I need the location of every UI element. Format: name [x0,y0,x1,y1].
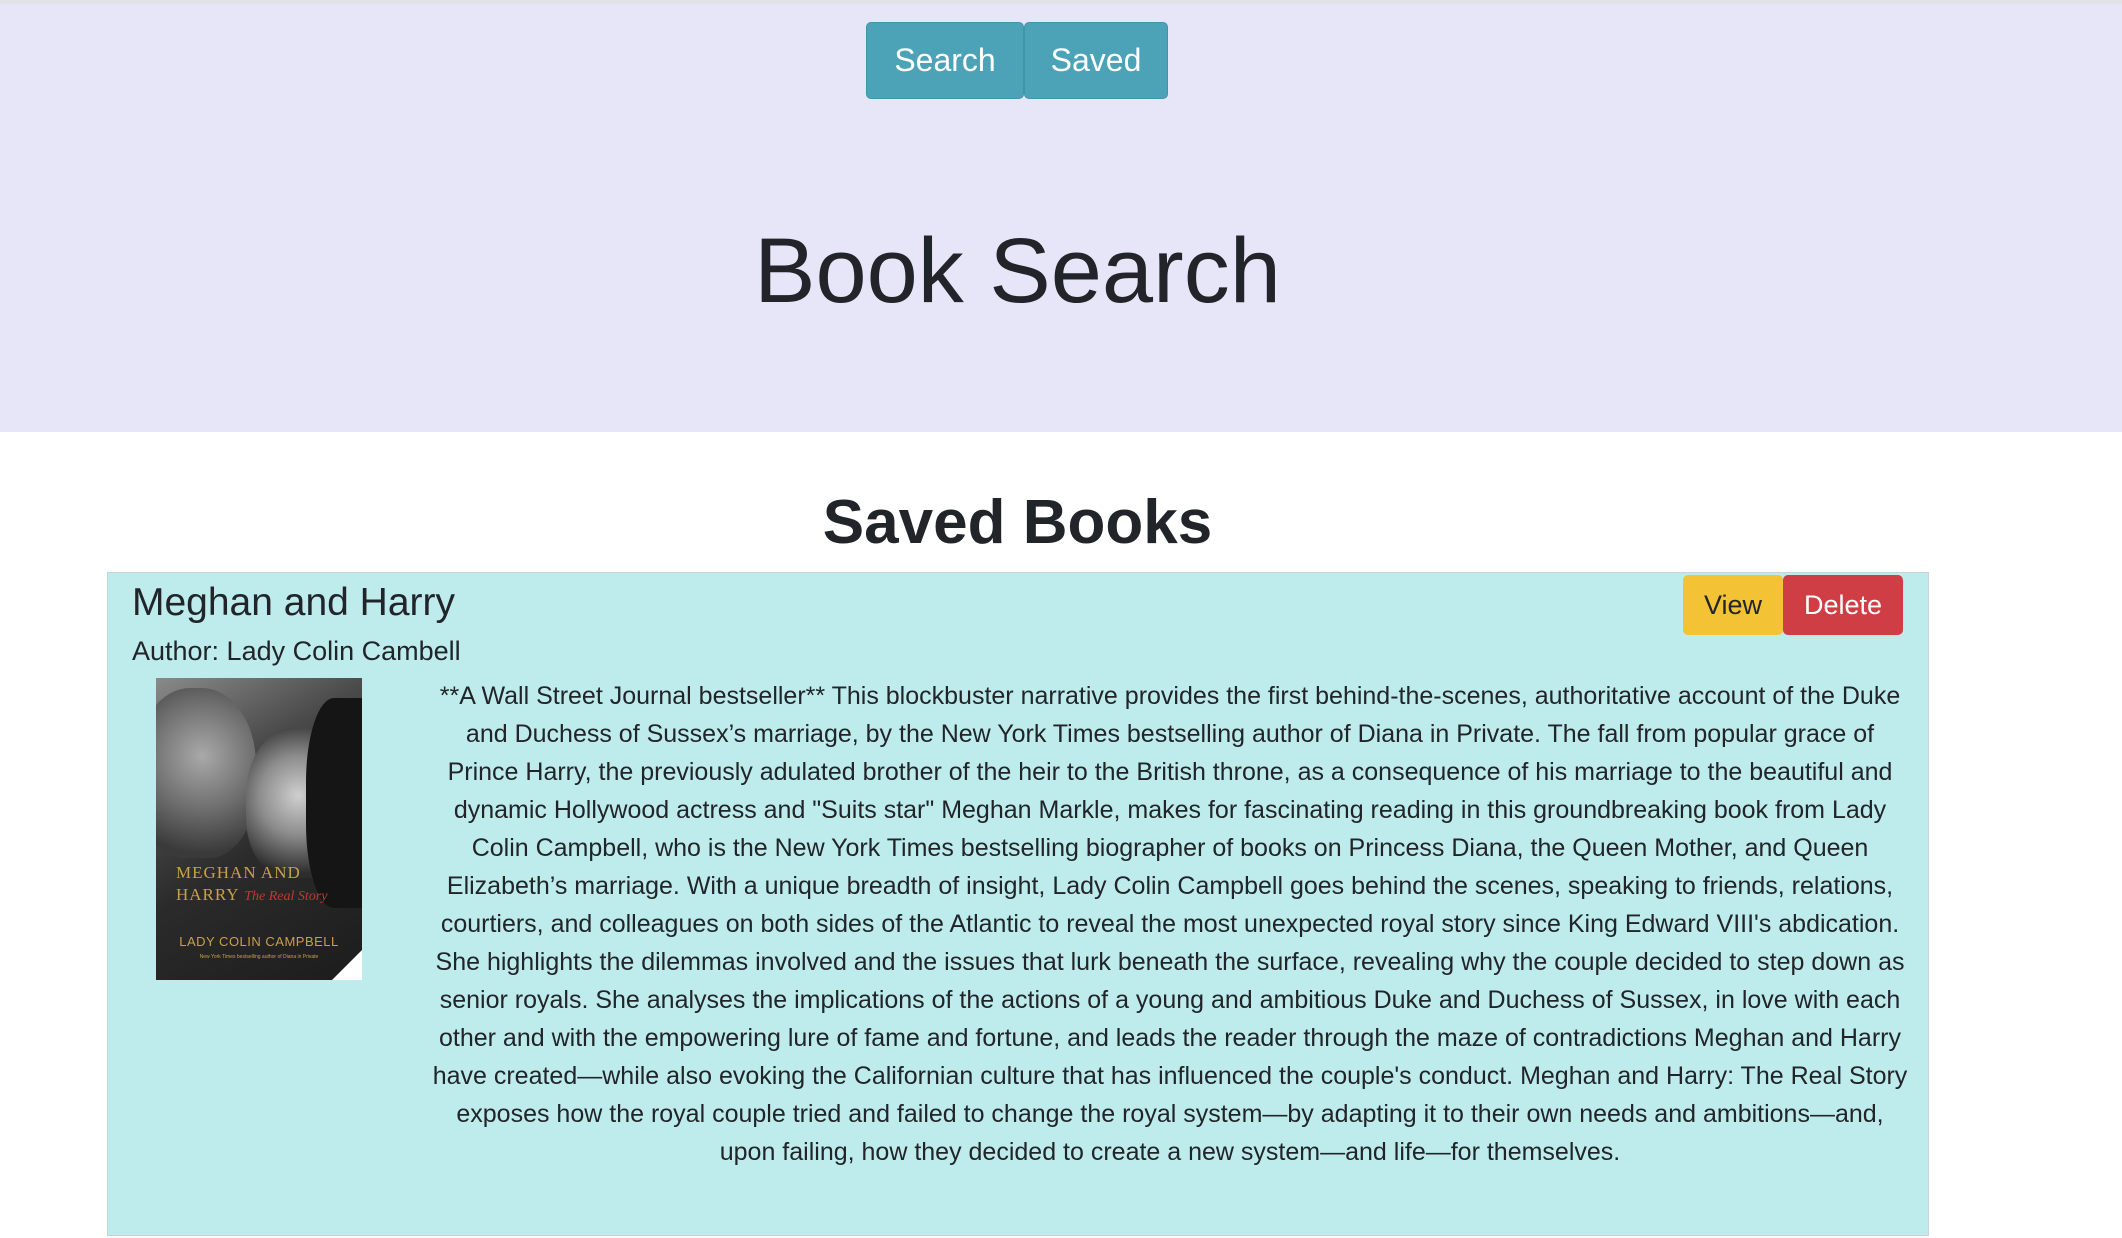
view-button[interactable]: View [1683,575,1783,635]
delete-button[interactable]: Delete [1783,575,1903,635]
saved-books-heading: Saved Books [822,488,1213,557]
page-title: Book Search [754,220,1281,322]
search-nav-button[interactable]: Search [866,22,1024,99]
page-curl-icon [332,950,362,980]
book-card: Meghan and Harry Author: Lady Colin Camb… [107,572,1929,1236]
cover-author: LADY COLIN CAMPBELL [179,934,339,949]
header-jumbotron: Search Saved Book Search [0,4,2122,432]
cover-portrait-left [156,688,256,858]
cover-subtitle: The Real Story [244,889,328,904]
book-description: **A Wall Street Journal bestseller** Thi… [432,682,1908,1166]
main-nav: Search Saved [866,22,1168,99]
book-cover-image: MEGHAN AND HARRY The Real Story LADY COL… [156,678,362,980]
book-title: Meghan and Harry [132,581,456,624]
cover-title: MEGHAN AND HARRY The Real Story [176,862,356,908]
book-author: Author: Lady Colin Cambell [132,636,461,666]
book-actions: View Delete [1683,575,1903,635]
saved-nav-button[interactable]: Saved [1024,22,1168,99]
